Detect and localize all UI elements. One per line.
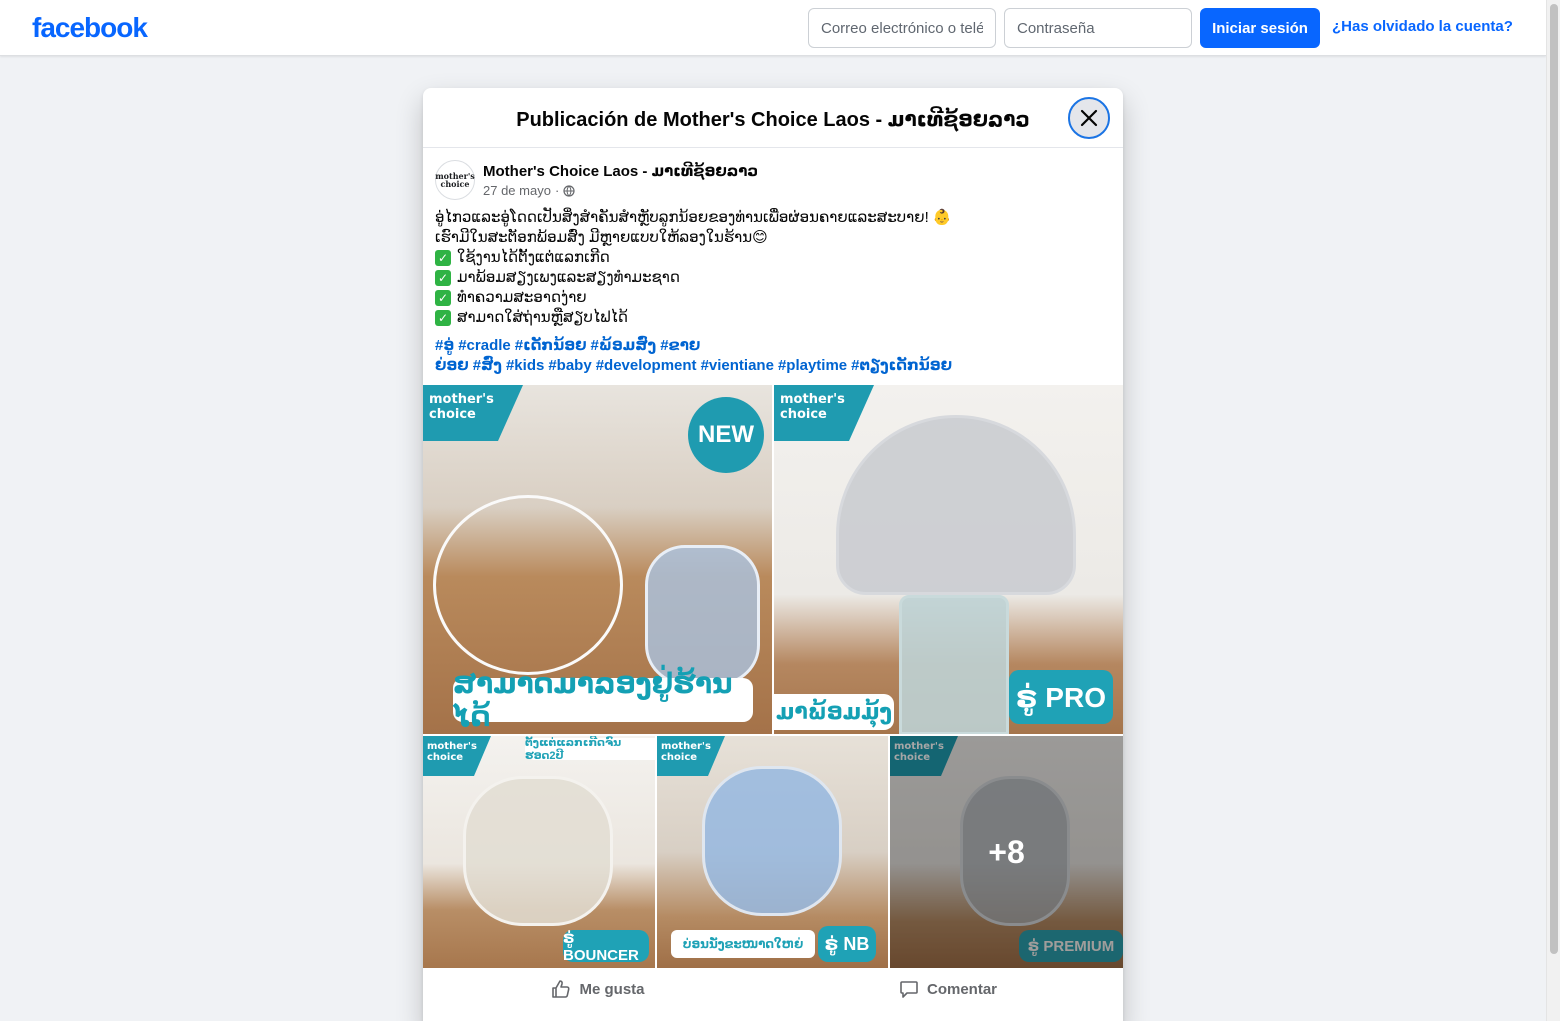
password-input[interactable]: [1004, 8, 1192, 48]
top-navbar: facebook Iniciar sesión ¿Has olvidado la…: [0, 0, 1546, 56]
model-tag: ຣູ່ BOUNCER: [563, 930, 649, 964]
product-base: [899, 595, 1009, 734]
hashtag-link[interactable]: #ເດັກນ້ອຍ: [515, 337, 587, 354]
brand-line: mother's: [661, 741, 711, 752]
like-button[interactable]: Me gusta: [423, 968, 773, 1010]
checklist-text: ທຳຄວາມສະອາດງ່າຍ: [457, 289, 587, 306]
more-photos-overlay[interactable]: +8: [890, 736, 1123, 968]
new-badge: NEW: [688, 397, 764, 473]
comment-icon: [900, 981, 918, 998]
modal-title: Publicación de Mother's Choice Laos - ມາ…: [516, 109, 1030, 131]
page-name-link[interactable]: Mother's Choice Laos - ມາເທີຊ້ອຍລາວ: [483, 162, 758, 180]
photo-strip: ຕັ້ງແຕ່ແລກເກີດຈົນຮອດ2ປີ: [525, 737, 655, 762]
product-rocker: [702, 766, 842, 916]
brand-tag: mother's choice: [423, 385, 523, 441]
checklist-item: ✓ ໃຊ້ງານໄດ້ຕັ້ງແຕ່ແລກເກີດ: [435, 248, 1111, 268]
hashtag-link[interactable]: #playtime: [778, 357, 847, 374]
hashtag-link[interactable]: #development: [596, 357, 697, 374]
post-meta: 27 de mayo ·: [483, 183, 575, 198]
post-actions: Me gusta Comentar: [423, 968, 1123, 1010]
brand-line: choice: [661, 752, 698, 763]
post-header: mother's choice Mother's Choice Laos - ມ…: [423, 148, 1123, 204]
photo-4[interactable]: mother's choice ບ່ອນນັ່ງຂະໜາດໃຫຍ່ ຣູ່ NB: [657, 736, 888, 968]
comment-label: Comentar: [926, 980, 997, 998]
check-icon: ✓: [435, 290, 451, 306]
close-button[interactable]: [1068, 97, 1110, 139]
login-button[interactable]: Iniciar sesión: [1200, 8, 1320, 48]
photo-2[interactable]: mother's choice ມາພ້ອມມຸ້ງ ຣູ່ PRO: [774, 385, 1123, 734]
check-icon: ✓: [435, 250, 451, 266]
brand-line: choice: [780, 407, 827, 422]
hashtag-list: #ອູ່ #cradle #ເດັກນ້ອຍ #ພ້ອມສົ່ງ #ຂາຍຍ່ອຍ #ສົ…: [423, 328, 1123, 376]
checklist-text: ສາມາດໃສ່ຖ່ານຫຼືສຽບໄຟໄດ້: [457, 309, 628, 326]
post-text-line: ອູ່ໄກວແລະອູ່ໂດດເປັນສິ່ງສຳຄັນສຳຫຼັບລູກນ້ອ…: [435, 209, 952, 226]
checklist-item: ✓ ສາມາດໃສ່ຖ່ານຫຼືສຽບໄຟໄດ້: [435, 308, 1111, 328]
hashtag-link[interactable]: #ສົ່ງ: [473, 357, 502, 374]
facebook-logo[interactable]: facebook: [32, 12, 148, 44]
product-bouncer: [463, 776, 613, 926]
scrollbar-thumb[interactable]: [1550, 4, 1558, 954]
brand-line: choice: [427, 752, 464, 763]
meta-separator: ·: [554, 183, 560, 198]
check-icon: ✓: [435, 310, 451, 326]
photo-1[interactable]: mother's choice NEW ສາມາດມາລອງຢູ່ຮ້ານໄດ້: [423, 385, 772, 734]
hashtag-link[interactable]: #cradle: [458, 337, 511, 354]
checklist-text: ໃຊ້ງານໄດ້ຕັ້ງແຕ່ແລກເກີດ: [457, 249, 610, 266]
post-date[interactable]: 27 de mayo: [483, 183, 551, 198]
forgot-account-link[interactable]: ¿Has olvidado la cuenta?: [1332, 18, 1513, 35]
hashtag-link[interactable]: #ອູ່: [435, 337, 454, 354]
product-canopy: [836, 415, 1076, 595]
hashtag-link[interactable]: #ຕຽງເດັກນ້ອຍ: [851, 357, 952, 374]
hashtag-link[interactable]: #kids: [506, 357, 544, 374]
brand-tag: mother's choice: [423, 736, 491, 776]
checklist-text: ມາພ້ອມສຽງເພງແລະສຽງທຳມະຊາດ: [457, 269, 680, 286]
photo-5[interactable]: mother's choice ຣູ່ PREMIUM +8: [890, 736, 1123, 968]
comment-button[interactable]: Comentar: [773, 968, 1123, 1010]
brand-tag: mother's choice: [657, 736, 725, 776]
hashtag-link[interactable]: #vientiane: [701, 357, 774, 374]
like-label: Me gusta: [579, 980, 645, 998]
product-bouncer: [645, 545, 760, 685]
model-tag: ຣູ່ NB: [818, 926, 876, 962]
photo-3[interactable]: mother's choice ຕັ້ງແຕ່ແລກເກີດຈົນຮອດ2ປີ ຣ…: [423, 736, 655, 968]
checklist-item: ✓ ທຳຄວາມສະອາດງ່າຍ: [435, 288, 1111, 308]
modal-header: Publicación de Mother's Choice Laos - ມາ…: [423, 88, 1123, 148]
page-scrollbar[interactable]: [1546, 0, 1560, 1021]
brand-line: mother's: [429, 392, 494, 407]
check-icon: ✓: [435, 270, 451, 286]
photo-strip: ບ່ອນນັ່ງຂະໜາດໃຫຍ່: [671, 930, 815, 958]
photo-caption: ສາມາດມາລອງຢູ່ຮ້ານໄດ້: [453, 668, 753, 732]
post-modal: Publicación de Mother's Choice Laos - ມາ…: [423, 88, 1123, 1021]
brand-line: mother's: [427, 741, 477, 752]
post-text: ອູ່ໄກວແລະອູ່ໂດດເປັນສິ່ງສຳຄັນສຳຫຼັບລູກນ້ອ…: [423, 204, 1123, 328]
thumbs-up-icon: [552, 980, 571, 998]
model-tag: ຣູ່ PRO: [1009, 670, 1113, 724]
brand-line: mother's: [780, 392, 845, 407]
email-input[interactable]: [808, 8, 996, 48]
avatar-text-line2: choice: [440, 179, 470, 189]
page-avatar[interactable]: mother's choice: [435, 160, 475, 200]
close-icon: [1080, 109, 1098, 127]
photo-caption: ມາພ້ອມມຸ້ງ: [774, 694, 894, 730]
hashtag-link[interactable]: #baby: [548, 357, 591, 374]
checklist-item: ✓ ມາພ້ອມສຽງເພງແລະສຽງທຳມະຊາດ: [435, 268, 1111, 288]
post-text-line: ເຮົາມີໃນສະຕັອກພ້ອມສົ່ງ ມີຫຼາຍແບບໃຫ້ລອງໃນ…: [435, 229, 768, 246]
globe-icon: [563, 184, 575, 197]
brand-tag: mother's choice: [774, 385, 874, 441]
product-jumper: [433, 495, 623, 675]
brand-line: choice: [429, 407, 476, 422]
hashtag-link[interactable]: #ພ້ອມສົ່ງ: [591, 337, 657, 354]
